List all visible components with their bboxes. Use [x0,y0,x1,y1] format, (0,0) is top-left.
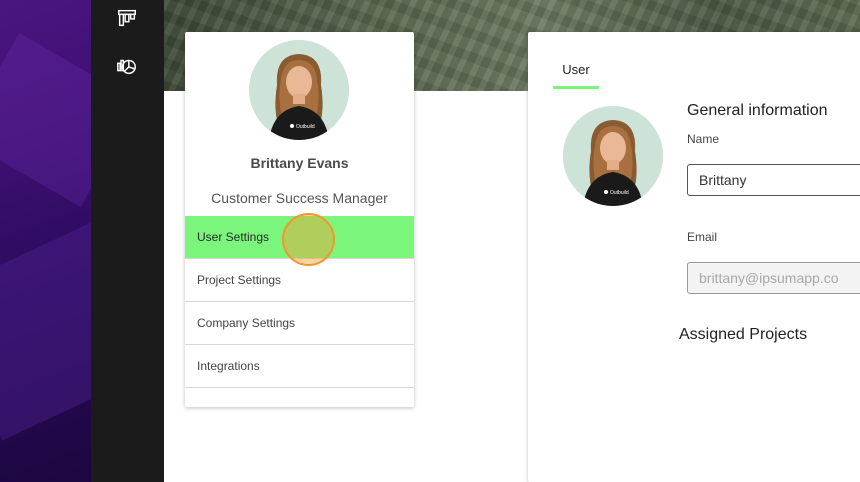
app-sidebar [91,0,164,482]
email-input[interactable] [687,262,860,294]
desktop-background [0,0,91,482]
avatar: Outbuild [563,106,663,206]
tab-user[interactable]: User [553,62,599,89]
section-title: General information [687,102,828,119]
user-name: Brittany Evans [250,155,349,171]
shirt-logo-text: Outbuild [296,124,315,130]
name-label: Name [687,132,720,146]
menu-item-integrations[interactable]: Integrations [185,345,414,388]
assigned-projects-title: Assigned Projects [679,326,808,343]
user-role: Customer Success Manager [211,190,388,206]
board-icon[interactable] [115,6,139,30]
email-label: Email [687,230,718,244]
menu-item-project-settings[interactable]: Project Settings [185,259,414,302]
click-indicator [282,213,335,266]
analytics-icon[interactable] [115,54,139,78]
shirt-logo-text: Outbuild [610,190,629,196]
menu-item-company-settings[interactable]: Company Settings [185,302,414,345]
user-detail-panel: User Outbuild General information Name E… [528,32,860,482]
avatar: Outbuild [249,40,349,140]
name-input[interactable] [687,164,860,196]
